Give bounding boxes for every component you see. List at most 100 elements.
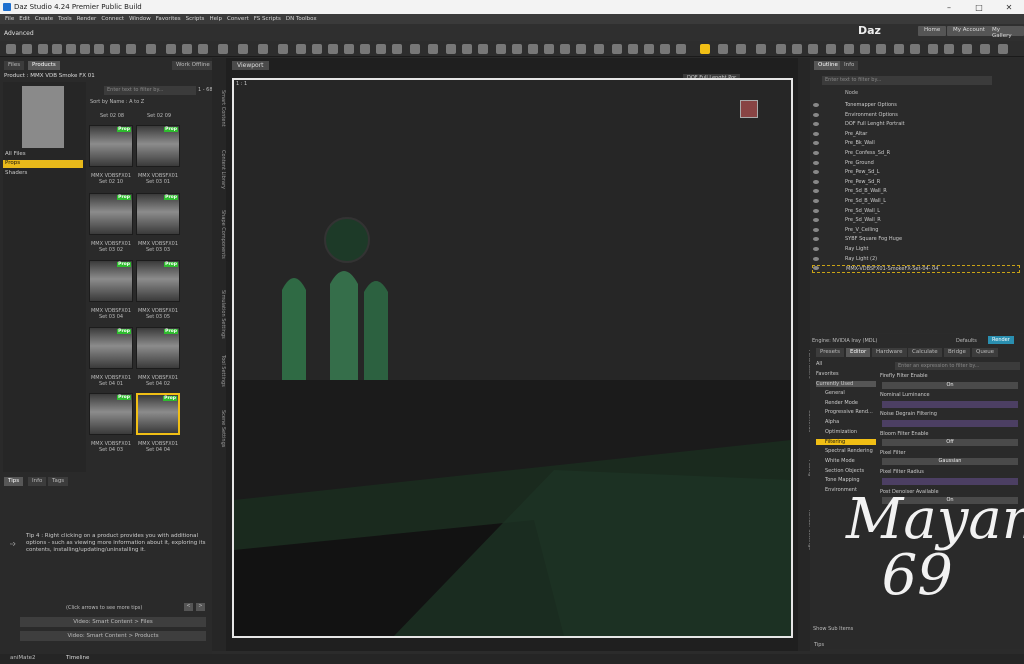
- toolbar-tool-icon[interactable]: [860, 44, 870, 54]
- toolbar-tool-icon[interactable]: [110, 44, 120, 54]
- toolbar-tool-icon[interactable]: [376, 44, 386, 54]
- toolbar-tool-icon[interactable]: [296, 44, 306, 54]
- toolbar-tool-icon[interactable]: [38, 44, 48, 54]
- toolbar-tool-icon[interactable]: [392, 44, 402, 54]
- visibility-eye-icon[interactable]: [813, 103, 819, 107]
- show-sub-items-checkbox[interactable]: Show Sub Items: [813, 626, 853, 632]
- toolbar-tool-icon[interactable]: [676, 44, 686, 54]
- toolbar-tool-icon[interactable]: [718, 44, 728, 54]
- render-property-slider[interactable]: [882, 401, 1018, 408]
- menu-create[interactable]: Create: [35, 16, 53, 22]
- scene-node[interactable]: Pre_Sd_Wall_L: [845, 208, 880, 214]
- toolbar-tool-icon[interactable]: [238, 44, 248, 54]
- visibility-eye-icon[interactable]: [813, 256, 819, 261]
- category-props[interactable]: Props: [3, 160, 83, 168]
- outline-filter-input[interactable]: Enter text to filter by...: [822, 76, 992, 85]
- toolbar-tool-icon[interactable]: [478, 44, 488, 54]
- scene-node[interactable]: Pre_Pew_Sd_L: [845, 169, 880, 175]
- product-thumbnail-item[interactable]: Prop: [89, 327, 133, 369]
- visibility-eye-icon[interactable]: [813, 160, 819, 165]
- menu-tools[interactable]: Tools: [58, 16, 72, 22]
- layout-tab-advanced[interactable]: Advanced: [4, 30, 34, 37]
- toolbar-tool-icon[interactable]: [628, 44, 638, 54]
- category-shaders[interactable]: Shaders: [3, 170, 83, 178]
- scene-node[interactable]: Pre_Pew_Sd_R: [845, 179, 880, 185]
- view-cube[interactable]: [740, 100, 758, 118]
- menu-connect[interactable]: Connect: [101, 16, 124, 22]
- render-group[interactable]: Render Mode: [825, 400, 858, 406]
- toolbar-tool-icon[interactable]: [496, 44, 506, 54]
- toolbar-tool-icon[interactable]: [198, 44, 208, 54]
- toolbar-tool-icon[interactable]: [328, 44, 338, 54]
- visibility-eye-icon[interactable]: [813, 179, 819, 184]
- product-thumbnail-item[interactable]: Prop: [136, 260, 180, 302]
- menu-file[interactable]: File: [5, 16, 14, 22]
- menu-edit[interactable]: Edit: [19, 16, 30, 22]
- next-tip-button[interactable]: >: [196, 603, 205, 611]
- product-filter-input[interactable]: Enter text to filter by...: [104, 86, 196, 95]
- toolbar-tool-icon[interactable]: [312, 44, 322, 54]
- toolbar-tool-icon[interactable]: [360, 44, 370, 54]
- close-button[interactable]: ✕: [994, 0, 1024, 14]
- maximize-button[interactable]: □: [964, 0, 994, 14]
- render-group[interactable]: White Mode: [825, 458, 855, 464]
- video-products-button[interactable]: Video: Smart Content > Products: [20, 631, 206, 641]
- toolbar-tool-icon[interactable]: [6, 44, 16, 54]
- toolbar-tool-icon[interactable]: [910, 44, 920, 54]
- tab-viewport[interactable]: Viewport: [232, 61, 269, 70]
- category-all-files[interactable]: All Files: [3, 151, 83, 159]
- tab-outline[interactable]: Outline: [814, 61, 842, 70]
- product-thumbnail-item[interactable]: Prop: [89, 193, 133, 235]
- menu-fs-scripts[interactable]: FS Scripts: [254, 16, 281, 22]
- vtab-shape-components[interactable]: Shape Components: [212, 210, 226, 259]
- toolbar-tool-icon[interactable]: [66, 44, 76, 54]
- toolbar-tool-icon[interactable]: [182, 44, 192, 54]
- scene-node[interactable]: Pre_Ground: [845, 160, 874, 166]
- render-property-value[interactable]: Gaussian: [882, 458, 1018, 465]
- tab-tags[interactable]: Tags: [48, 477, 69, 486]
- product-thumbnail-item[interactable]: Prop: [89, 393, 133, 435]
- tab-products[interactable]: Products: [28, 61, 60, 70]
- toolbar-tool-icon[interactable]: [278, 44, 288, 54]
- visibility-eye-icon[interactable]: [813, 208, 819, 213]
- toolbar-tool-icon[interactable]: [826, 44, 836, 54]
- scene-node[interactable]: SYBF Square Fog Huge: [845, 236, 902, 242]
- scene-node[interactable]: Pre_Bk_Wall: [845, 140, 875, 146]
- my-account-button[interactable]: My Account: [947, 26, 991, 36]
- scene-node[interactable]: Pre_Sd_Wall_R: [845, 217, 881, 223]
- toolbar-tool-icon[interactable]: [962, 44, 972, 54]
- toolbar-tool-icon[interactable]: [528, 44, 538, 54]
- toolbar-tool-icon[interactable]: [928, 44, 938, 54]
- toolbar-tool-icon[interactable]: [756, 44, 766, 54]
- toolbar-tool-icon[interactable]: [258, 44, 268, 54]
- menu-render[interactable]: Render: [77, 16, 97, 22]
- scene-node[interactable]: DOF Full Lenght Portrait: [845, 121, 905, 127]
- toolbar-tool-icon[interactable]: [544, 44, 554, 54]
- scene-node[interactable]: Pre_Sd_B_Wall_L: [845, 198, 886, 204]
- render-group[interactable]: Spectral Rendering: [825, 448, 873, 454]
- render-category[interactable]: Currently Used: [816, 381, 876, 387]
- render-category[interactable]: Favorites: [816, 371, 839, 377]
- scene-node[interactable]: Pre_Altar: [845, 131, 867, 137]
- toolbar-tool-icon[interactable]: [776, 44, 786, 54]
- toolbar-tool-icon[interactable]: [94, 44, 104, 54]
- product-thumbnail-item[interactable]: Prop: [89, 125, 133, 167]
- video-files-button[interactable]: Video: Smart Content > Files: [20, 617, 206, 627]
- render-property-slider[interactable]: [882, 420, 1018, 427]
- menu-favorites[interactable]: Favorites: [156, 16, 181, 22]
- toolbar-tool-icon[interactable]: [644, 44, 654, 54]
- scene-node[interactable]: MMX-VDBSFX01-SmokeFX-Set-04- 04: [812, 265, 1020, 274]
- render-tab[interactable]: Bridge: [944, 348, 970, 357]
- toolbar-tool-icon[interactable]: [808, 44, 818, 54]
- render-property-value[interactable]: Off: [882, 439, 1018, 446]
- scene-node[interactable]: Pre_V_Ceiling: [845, 227, 878, 233]
- tab-files[interactable]: Files: [4, 61, 25, 70]
- tab-animate2[interactable]: aniMate2: [10, 655, 36, 661]
- vtab-simulation-settings[interactable]: Simulation Settings: [212, 290, 226, 339]
- render-group[interactable]: Filtering: [816, 438, 876, 445]
- toolbar-tool-icon[interactable]: [612, 44, 622, 54]
- my-gallery-button[interactable]: My Gallery: [986, 26, 1024, 39]
- prev-tip-button[interactable]: <: [184, 603, 193, 611]
- work-offline-button[interactable]: Work Offline: [172, 61, 214, 70]
- toolbar-tool-icon[interactable]: [998, 44, 1008, 54]
